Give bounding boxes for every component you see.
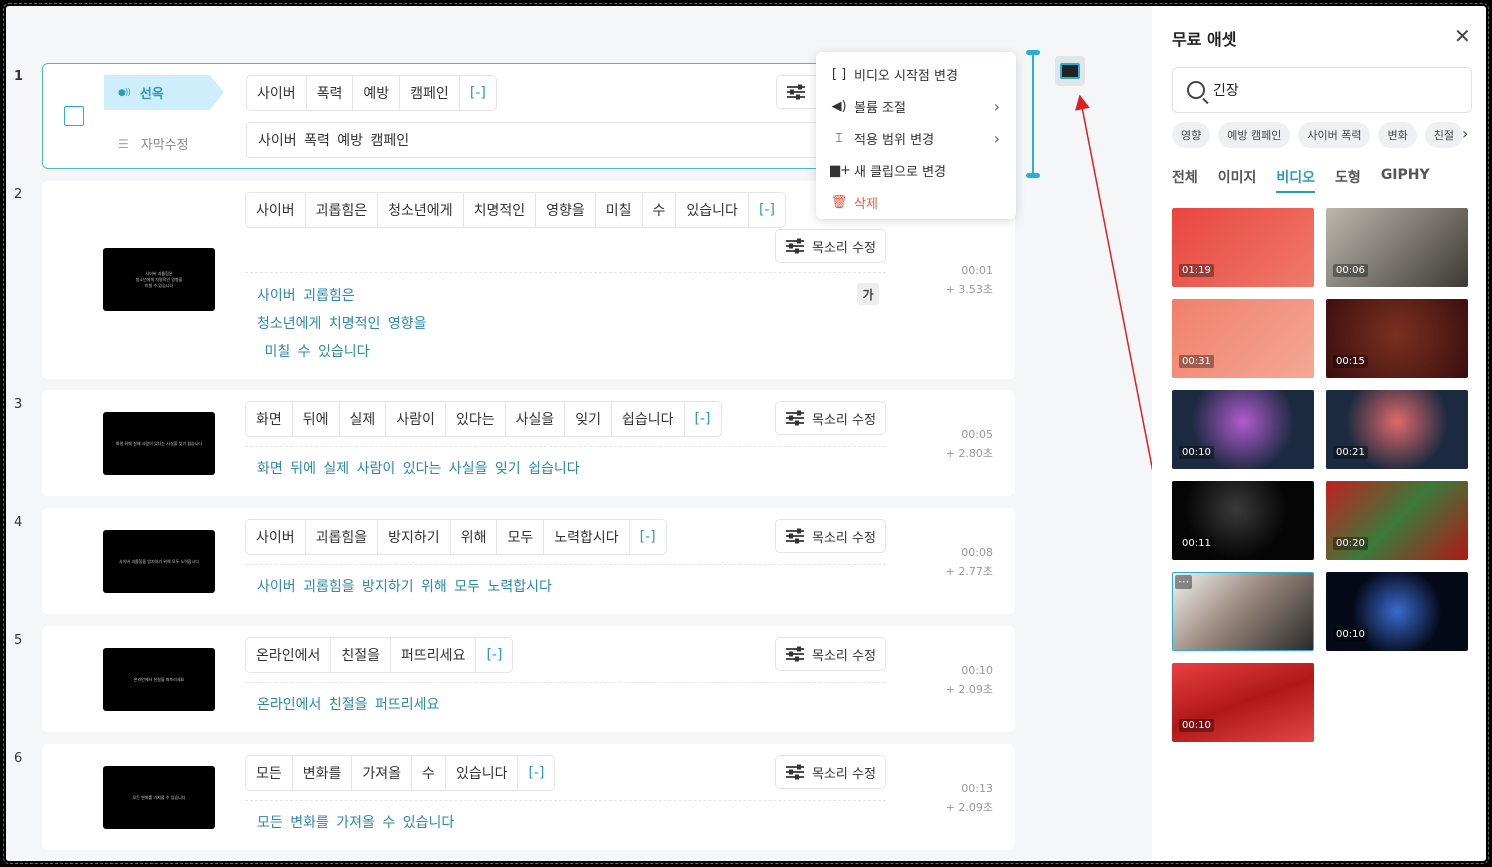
close-icon[interactable]: ✕ [1454,26,1471,46]
tab-giphy[interactable]: GIPHY [1381,167,1430,193]
video-duration: 00:11 [1179,537,1214,550]
video-duration: 00:10 [1179,719,1214,732]
search-value: 긴장 [1213,83,1239,99]
video-duration: 01:19 [1179,264,1214,277]
search-input[interactable]: 긴장 [1172,67,1472,113]
video-thumbnail[interactable]: 00:20 [1326,481,1468,560]
tag-list: 영향 예방 캠페인 사이버 폭력 변화 친절 [1172,122,1462,148]
tab-image[interactable]: 이미지 [1218,167,1257,193]
keyword-tag[interactable]: 영향 [1172,122,1211,148]
panel-title: 무료 애셋 [1172,30,1237,49]
video-duration: 00:31 [1179,355,1214,368]
video-thumbnail[interactable]: 00:10 [1172,663,1314,742]
video-duration: 00:20 [1333,537,1368,550]
app-window: 1 ●)) 선옥 ☰ 자막수정 사이버 폭력 예방 캠페인 사이버 폭력 예방 캠페인 [-] 2 사이… [3,3,1489,864]
chevron-right-icon[interactable]: › [1462,124,1468,143]
keyword-tag[interactable]: 변화 [1378,122,1417,148]
video-duration: 00:10 [1179,446,1214,459]
video-thumbnail[interactable]: 00:11 [1172,481,1314,560]
video-thumbnail[interactable]: 00:06 [1326,208,1468,287]
more-options-icon[interactable]: ··· [1175,575,1193,589]
keyword-tag[interactable]: 사이버 폭력 [1298,122,1371,148]
video-thumbnail[interactable]: ··· [1172,572,1314,651]
tab-video[interactable]: 비디오 [1276,167,1316,193]
video-thumbnail[interactable]: 00:15 [1326,299,1468,378]
keyword-tag[interactable]: 예방 캠페인 [1218,122,1291,148]
tab-all[interactable]: 전체 [1172,167,1198,193]
video-thumbnail[interactable]: 00:21 [1326,390,1468,469]
video-thumbnail[interactable]: 00:31 [1172,299,1314,378]
keyword-tag[interactable]: 친절 [1424,122,1462,148]
video-thumbnail[interactable]: 00:10 [1326,572,1468,651]
video-duration: 00:15 [1333,355,1368,368]
video-duration: 00:06 [1333,264,1368,277]
video-thumbnail[interactable]: 01:19 [1172,208,1314,287]
asset-panel: 무료 애셋 ✕ 긴장 영향 예방 캠페인 사이버 폭력 변화 친절 › 전체 이미지 비디오… [1152,6,1486,861]
asset-tabs: 전체 이미지 비디오 도형 GIPHY [1172,167,1450,193]
video-duration: 00:10 [1333,628,1368,641]
video-duration: 00:21 [1333,446,1368,459]
video-thumbnail[interactable]: 00:10 [1172,390,1314,469]
search-icon [1187,81,1209,105]
tab-shape[interactable]: 도형 [1335,167,1361,193]
